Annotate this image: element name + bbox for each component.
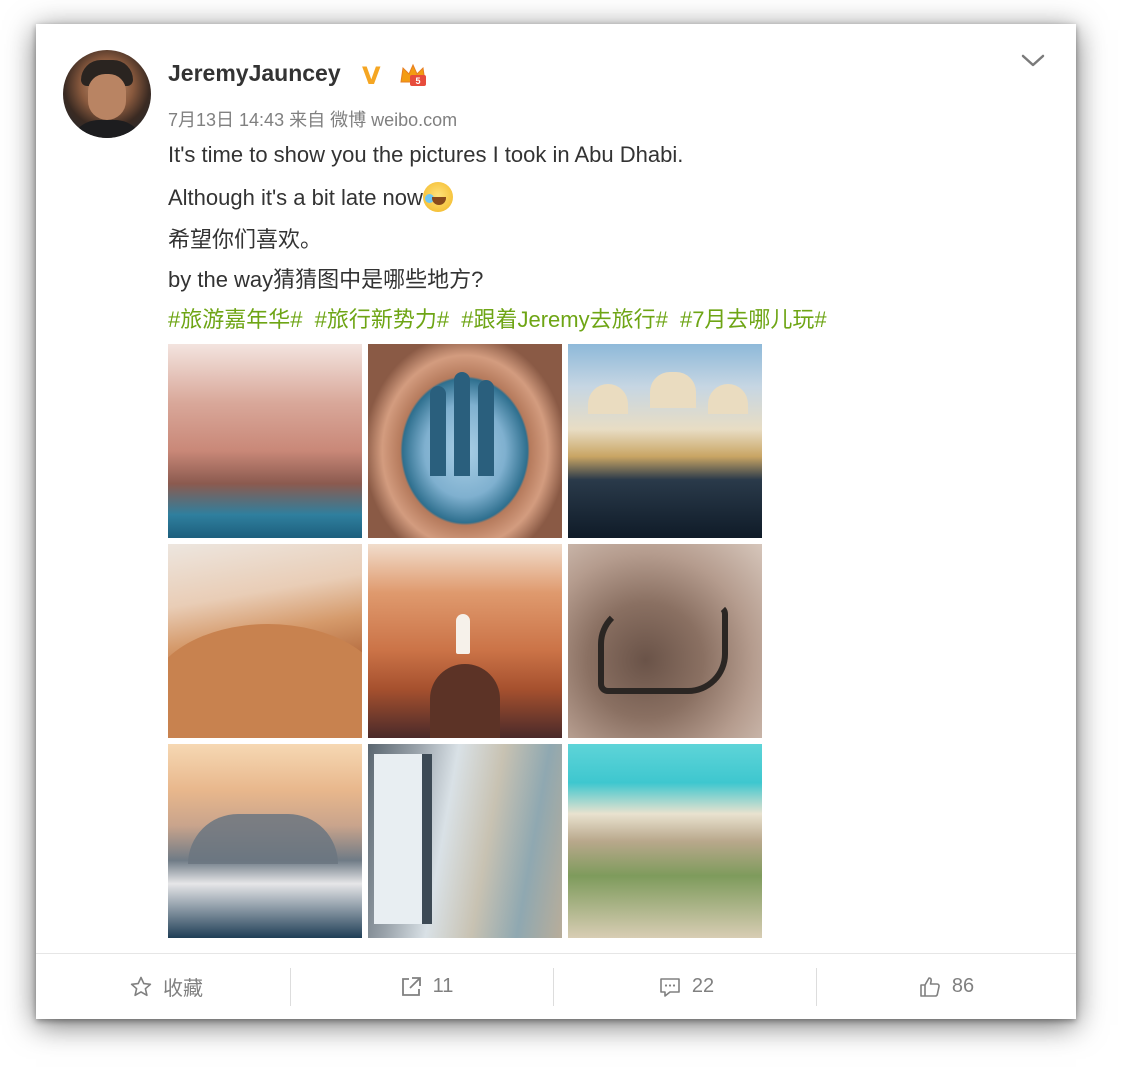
favorite-button[interactable]: 收藏 xyxy=(36,954,296,1019)
repost-button[interactable]: 11 xyxy=(296,954,556,1019)
username[interactable]: JeremyJauncey xyxy=(168,60,341,87)
photo-thumbnail[interactable] xyxy=(568,744,762,938)
post-text-line: by the way猜猜图中是哪些地方? xyxy=(168,267,484,292)
comment-button[interactable]: 22 xyxy=(556,954,816,1019)
comment-icon xyxy=(660,977,680,997)
verified-v-icon: V xyxy=(362,62,381,90)
post-text-line: 希望你们喜欢。 xyxy=(168,227,323,252)
post-text-line: Although it's a bit late now xyxy=(168,182,453,212)
photo-thumbnail[interactable] xyxy=(568,344,762,538)
repost-count: 11 xyxy=(432,975,454,997)
photo-thumbnail[interactable] xyxy=(368,544,562,738)
photo-thumbnail[interactable] xyxy=(168,544,362,738)
divider xyxy=(553,968,554,1006)
hashtag-link[interactable]: #旅游嘉年华# xyxy=(168,307,302,332)
photo-grid xyxy=(168,344,762,938)
hashtag-link[interactable]: #7月去哪儿玩# xyxy=(680,307,827,332)
photo-thumbnail[interactable] xyxy=(568,544,762,738)
photo-thumbnail[interactable] xyxy=(368,344,562,538)
photo-thumbnail[interactable] xyxy=(168,744,362,938)
post-meta: 7月13日 14:43 来自 微博 weibo.com xyxy=(168,110,458,130)
comment-count: 22 xyxy=(691,975,715,997)
avatar[interactable] xyxy=(63,50,151,138)
thumbs-up-icon xyxy=(920,976,940,997)
star-icon xyxy=(130,976,152,996)
like-count: 86 xyxy=(951,975,975,997)
laugh-cry-emoji-icon xyxy=(422,182,453,212)
action-bar: 收藏 11 22 86 xyxy=(36,954,1076,1019)
hashtag-row: #旅游嘉年华# #旅行新势力# #跟着Jeremy去旅行# #7月去哪儿玩# xyxy=(168,302,833,334)
favorite-label: 收藏 xyxy=(163,978,203,1000)
hashtag-link[interactable]: #跟着Jeremy去旅行# xyxy=(461,307,668,332)
post-text-line: It's time to show you the pictures I too… xyxy=(168,142,684,167)
divider xyxy=(290,968,291,1006)
chevron-down-icon[interactable] xyxy=(1020,50,1046,70)
hashtag-link[interactable]: #旅行新势力# xyxy=(315,307,449,332)
photo-thumbnail[interactable] xyxy=(368,744,562,938)
photo-thumbnail[interactable] xyxy=(168,344,362,538)
svg-text:5: 5 xyxy=(415,76,420,86)
vip-crown-icon: 5 xyxy=(400,63,426,86)
like-button[interactable]: 86 xyxy=(816,954,1076,1019)
share-icon xyxy=(401,976,421,996)
weibo-post-card: JeremyJauncey V 5 7月13日 14:43 来自 微博 weib… xyxy=(36,24,1076,1019)
